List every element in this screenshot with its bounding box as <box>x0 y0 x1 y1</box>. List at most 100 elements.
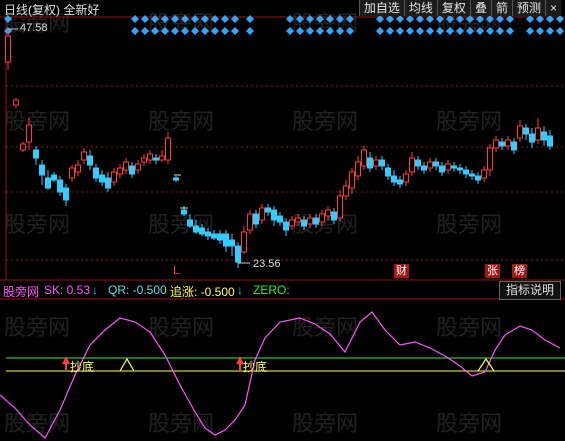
candle-body <box>331 211 337 221</box>
diamond-signal <box>231 27 239 35</box>
candle-body <box>445 163 451 171</box>
diamond-signal <box>386 27 394 35</box>
candle-body <box>505 139 511 147</box>
candle-body <box>129 165 135 175</box>
candle-body <box>153 157 159 161</box>
diamond-signal <box>546 27 554 35</box>
candle-body <box>211 233 217 239</box>
indicator-name: 股旁网 <box>3 285 40 299</box>
candle-body <box>111 171 117 183</box>
candle-body <box>523 127 529 135</box>
candle-body <box>247 213 253 231</box>
candle-body <box>493 139 499 149</box>
indicator-help-button[interactable]: 指标说明 <box>498 281 561 300</box>
candle-body <box>409 157 415 173</box>
candle-body <box>319 213 325 223</box>
diamond-signal <box>486 27 494 35</box>
diamond-signal <box>246 27 254 35</box>
limit-up-marker[interactable]: 张 <box>485 264 500 278</box>
candle-body <box>265 207 271 213</box>
add-watchlist-button[interactable]: 加自选 <box>358 0 404 16</box>
dragon-tiger-marker[interactable]: 榜 <box>512 264 527 278</box>
moving-average-button[interactable]: 均线 <box>403 0 437 16</box>
bottom-signal-label: 抄底 <box>70 360 95 374</box>
candle-body <box>159 155 165 161</box>
candle-body <box>123 161 129 171</box>
down-arrow-icon: ↓ <box>92 283 98 297</box>
diamond-signal <box>556 27 564 35</box>
candle-body <box>283 221 289 231</box>
diamond-signal <box>506 27 514 35</box>
candle-body <box>205 231 211 237</box>
candle-body <box>187 219 193 227</box>
low-price-label: 23.56 <box>253 258 281 270</box>
diamond-signal <box>336 27 344 35</box>
diamond-signal <box>466 27 474 35</box>
candle-body <box>5 35 11 63</box>
candle-body <box>385 167 391 177</box>
diamond-signal <box>476 27 484 35</box>
candle-body <box>379 159 385 167</box>
candle-body <box>45 177 51 189</box>
candle-body <box>173 177 179 181</box>
candle-body <box>535 127 541 141</box>
candle-body <box>427 161 433 169</box>
diamond-signal <box>426 27 434 35</box>
candle-body <box>313 217 319 225</box>
candle-body <box>343 185 349 197</box>
overlay-button[interactable]: 叠 <box>469 0 491 16</box>
candle-body <box>547 135 553 147</box>
candle-body <box>147 153 153 161</box>
candle-body <box>433 161 439 167</box>
candle-body <box>93 167 99 179</box>
diamond-signal <box>376 27 384 35</box>
sk-line <box>0 311 561 439</box>
candle-body <box>235 245 241 263</box>
finance-marker[interactable]: 财 <box>394 264 409 278</box>
diamond-signal <box>416 27 424 35</box>
candle-body <box>475 175 481 181</box>
diamond-signal <box>456 27 464 35</box>
candle-body <box>355 161 361 177</box>
candle-body <box>57 179 63 193</box>
candle-body <box>373 159 379 167</box>
candle-body <box>421 165 427 171</box>
chart-title: 日线(复权) 全新好 <box>4 3 100 17</box>
arrow-tool-button[interactable]: 箭 <box>490 0 512 16</box>
zero-value: ZERO: <box>253 283 290 297</box>
candle-body <box>13 99 19 106</box>
candle-body <box>165 137 171 161</box>
candle-body <box>229 239 235 247</box>
candle-body <box>223 233 229 247</box>
close-icon[interactable]: × <box>544 0 561 16</box>
candle-body <box>517 125 523 139</box>
candle-body <box>63 187 69 201</box>
candle-body <box>105 177 111 189</box>
candle-body <box>487 147 493 171</box>
candle-body <box>217 233 223 241</box>
down-arrow-icon: ↓ <box>237 283 243 297</box>
diamond-signal <box>306 27 314 35</box>
candle-body <box>193 225 199 233</box>
price-adjust-button[interactable]: 复权 <box>436 0 470 16</box>
diamond-signal <box>496 27 504 35</box>
candle-body <box>511 141 517 151</box>
candle-body <box>20 143 26 151</box>
indicator-bar: 股旁网 SK: 0.53 ↓ QR: -0.500 追涨: -0.500 ↓ Z… <box>0 281 565 299</box>
candle-body <box>457 167 463 171</box>
candle-body <box>397 179 403 185</box>
candle-body <box>541 131 547 141</box>
candle-body <box>81 151 87 161</box>
diamond-signal <box>316 27 324 35</box>
candle-body <box>271 209 277 221</box>
candle-body <box>33 149 39 159</box>
candle-body <box>117 167 123 175</box>
candle-body <box>181 209 187 215</box>
candle-body <box>253 213 259 225</box>
diamond-signal <box>141 27 149 35</box>
sk-value: SK: 0.53 <box>44 283 91 297</box>
candle-body <box>301 219 307 227</box>
candle-body <box>337 195 343 219</box>
forecast-button[interactable]: 预测 <box>511 0 545 16</box>
candle-body <box>99 174 105 183</box>
